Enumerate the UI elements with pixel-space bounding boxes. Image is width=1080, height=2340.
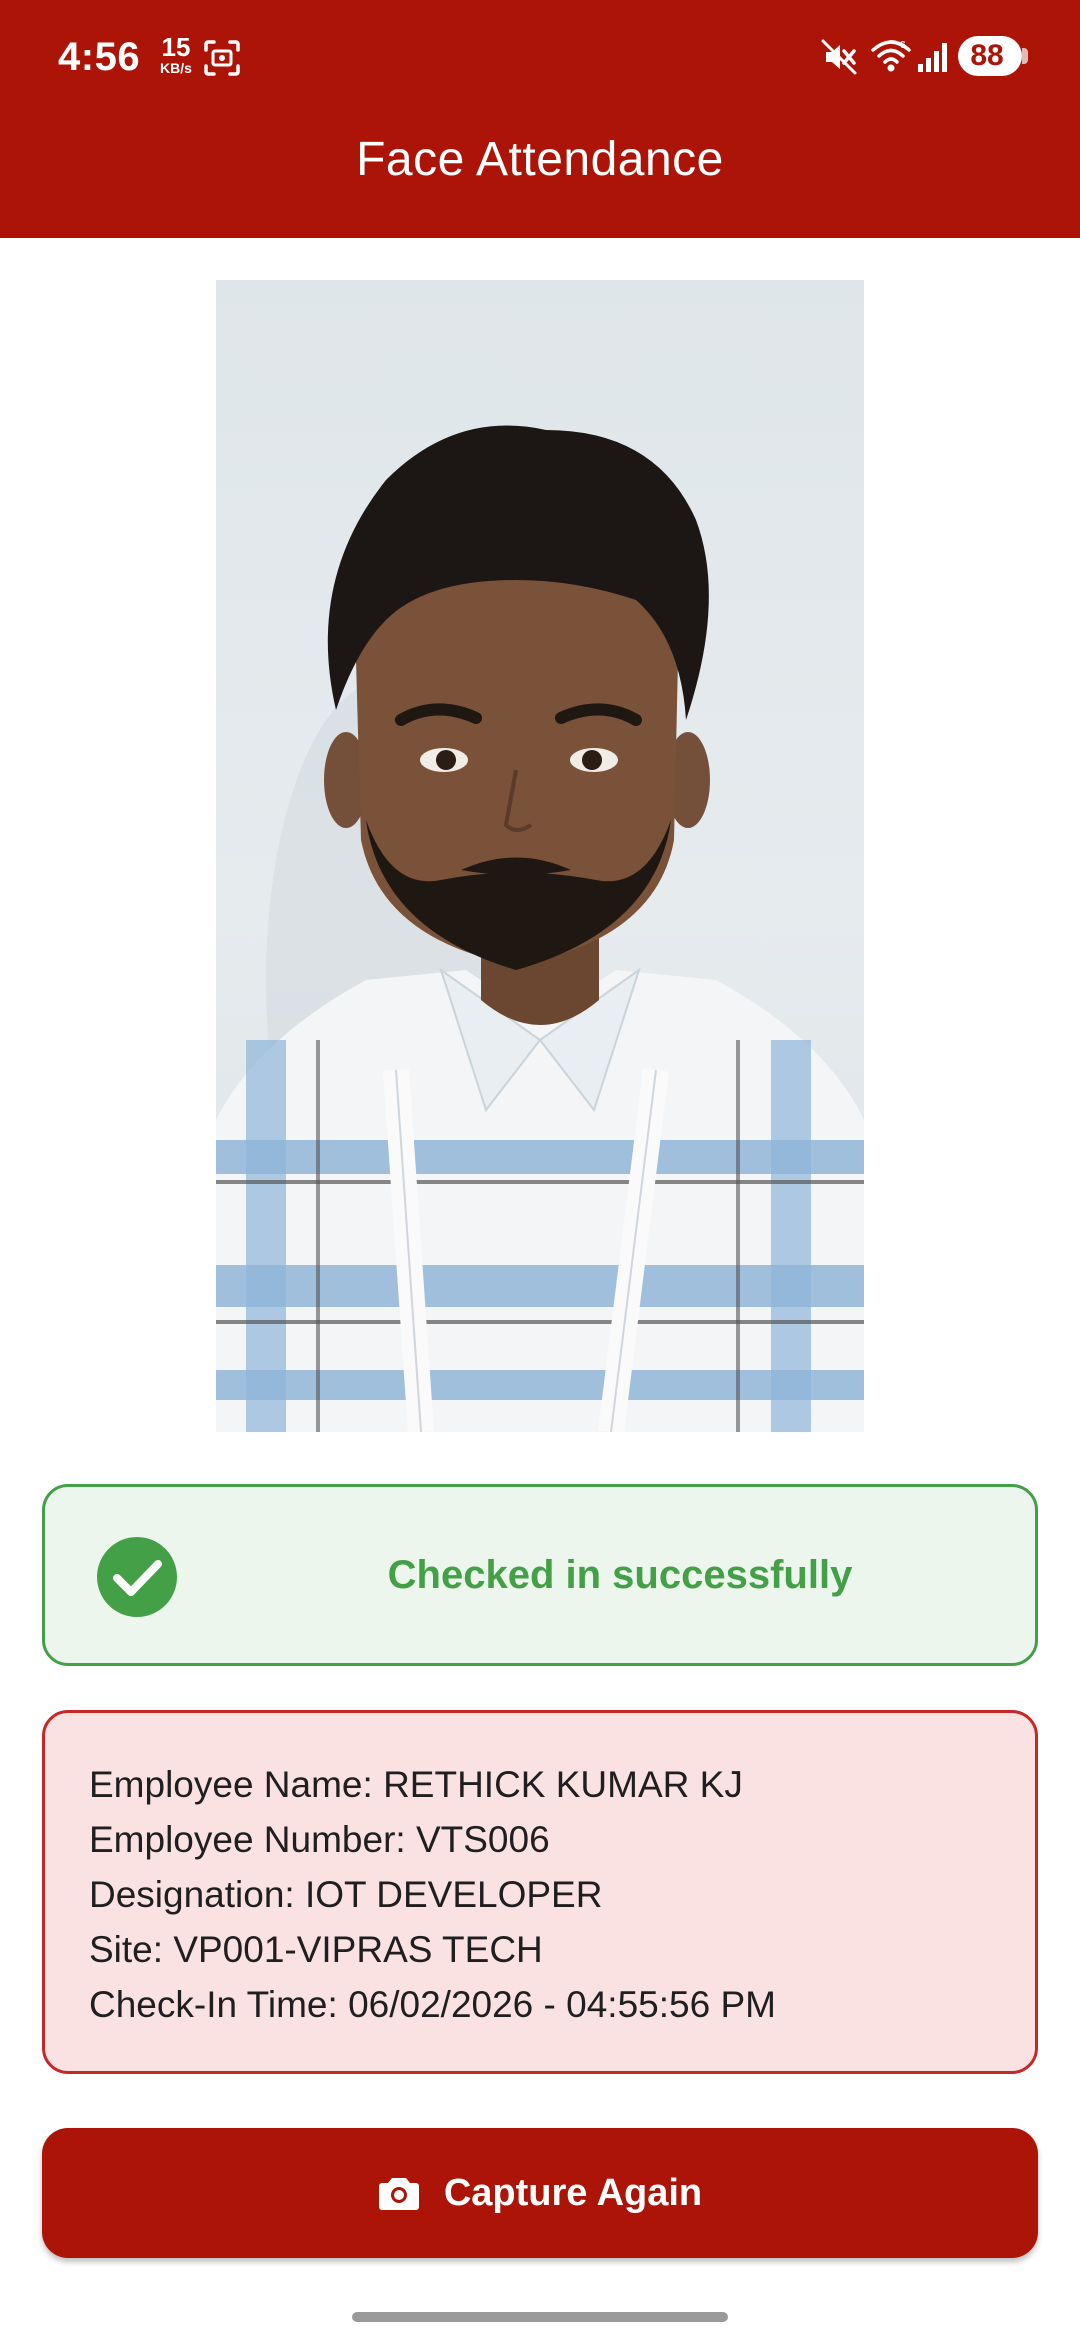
employee-name: Employee Name: RETHICK KUMAR KJ bbox=[89, 1764, 743, 1805]
status-time: 4:56 bbox=[58, 35, 141, 79]
employee-number: Employee Number: VTS006 bbox=[89, 1819, 550, 1860]
wifi-icon: 6 bbox=[871, 40, 911, 72]
check-circle-icon bbox=[97, 1537, 177, 1617]
svg-text:6: 6 bbox=[900, 40, 906, 51]
capture-again-label: Capture Again bbox=[443, 2171, 703, 2214]
mute-icon bbox=[821, 39, 857, 75]
employee-details-card: Employee Name: RETHICK KUMAR KJ Employee… bbox=[42, 1710, 1038, 2074]
home-gesture-bar[interactable] bbox=[352, 2312, 728, 2322]
screenshot-icon bbox=[204, 40, 240, 76]
network-speed-unit: KB/s bbox=[160, 60, 192, 76]
network-speed-value: 15 bbox=[161, 32, 191, 62]
battery-icon: 88 bbox=[958, 36, 1028, 76]
app-header: 4:56 15 KB/s 6 88 Face Attendance bbox=[0, 0, 1080, 238]
person-portrait-illustration bbox=[216, 425, 864, 1432]
employee-site: Site: VP001-VIPRAS TECH bbox=[89, 1929, 543, 1970]
employee-designation: Designation: IOT DEVELOPER bbox=[89, 1874, 603, 1915]
checkin-success-banner: Checked in successfully bbox=[42, 1484, 1038, 1666]
page-title: Face Attendance bbox=[356, 133, 724, 186]
signal-icon bbox=[918, 43, 947, 72]
success-message: Checked in successfully bbox=[387, 1552, 853, 1597]
checkin-time: Check-In Time: 06/02/2026 - 04:55:56 PM bbox=[89, 1984, 776, 2025]
network-speed: 15 KB/s bbox=[154, 34, 198, 76]
camera-icon bbox=[378, 2178, 419, 2210]
capture-again-button[interactable]: Capture Again bbox=[42, 2128, 1038, 2258]
captured-face-photo bbox=[216, 280, 864, 1432]
